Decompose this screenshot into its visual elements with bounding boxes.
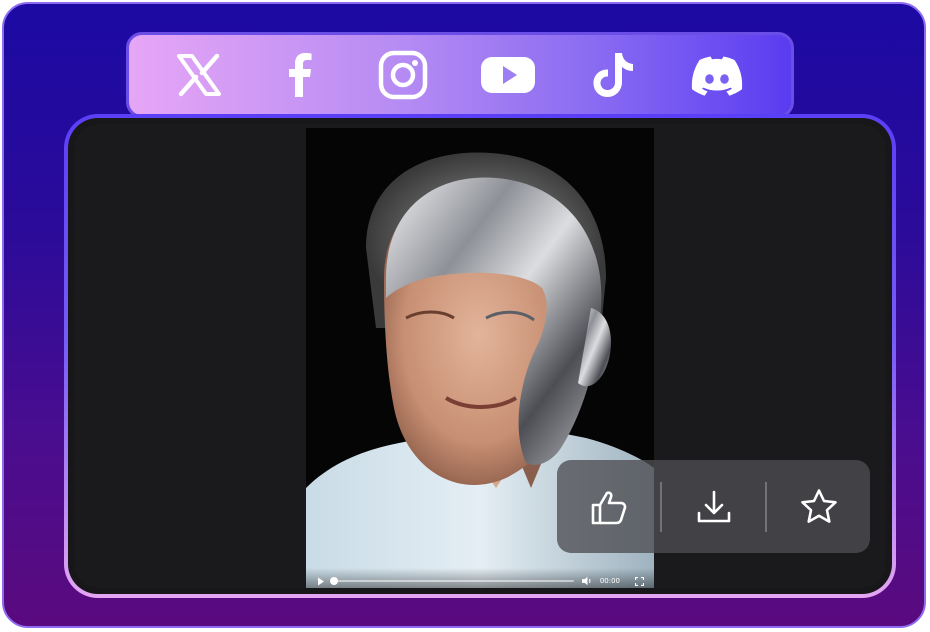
play-icon[interactable] [316, 576, 326, 586]
social-links-bar [126, 32, 794, 118]
volume-icon[interactable] [581, 576, 592, 586]
favorite-button[interactable] [767, 460, 870, 553]
progress-bar[interactable] [330, 577, 574, 585]
star-icon [800, 488, 837, 523]
like-button[interactable] [557, 460, 660, 553]
progress-knob[interactable] [330, 577, 338, 585]
action-panel [557, 460, 870, 553]
download-icon [697, 490, 730, 522]
video-controls: 00:00 [306, 568, 654, 588]
youtube-icon[interactable] [479, 49, 537, 101]
current-time: 00:00 [599, 577, 620, 585]
facebook-icon[interactable] [275, 49, 327, 101]
instagram-icon[interactable] [377, 49, 429, 101]
tiktok-icon[interactable] [587, 49, 639, 101]
download-button[interactable] [662, 460, 765, 553]
fullscreen-icon[interactable] [634, 576, 644, 586]
x-icon[interactable] [173, 49, 225, 101]
discord-icon[interactable] [689, 49, 745, 101]
thumbs-up-icon [591, 490, 626, 524]
